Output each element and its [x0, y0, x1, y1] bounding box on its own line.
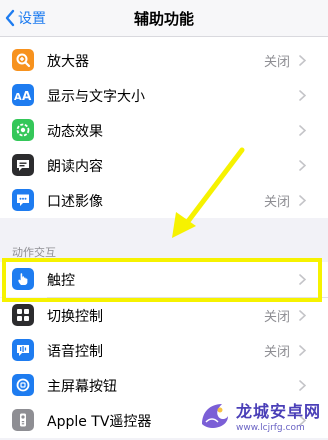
chevron-right-icon [299, 195, 306, 206]
chevron-right-icon [299, 415, 306, 426]
list-item-label: Apple TV遥控器 [47, 413, 152, 430]
svg-text:A: A [22, 89, 32, 102]
chevron-right-icon [299, 310, 306, 321]
section-header: 动作交互 [12, 246, 56, 259]
chevron-right-icon [299, 125, 306, 136]
list-item-label: 动态效果 [47, 123, 103, 140]
navigation-bar: 设置 辅助功能 [0, 0, 328, 37]
svg-text:A: A [14, 92, 22, 102]
list-item-label: 口述影像 [47, 193, 103, 210]
list-item-display-text-size[interactable]: AA 显示与文字大小 [0, 78, 328, 113]
magnifier-icon [12, 49, 34, 71]
list-item-value: 关闭 [263, 55, 290, 70]
chevron-right-icon [299, 160, 306, 171]
list-item-voice-control[interactable]: 语音控制 关闭 [0, 333, 328, 368]
list-item-label: 触控 [47, 272, 75, 289]
list-item-label: 切换控制 [47, 308, 103, 325]
audio-description-icon [12, 189, 34, 211]
list-item-magnifier[interactable]: 放大器 关闭 [0, 43, 328, 78]
list-item-apple-tv-remote[interactable]: Apple TV遥控器 [0, 403, 328, 438]
list-item-label: 显示与文字大小 [47, 88, 145, 105]
list-item-value: 关闭 [263, 195, 290, 210]
list-item-value: 关闭 [263, 345, 290, 360]
chevron-right-icon [299, 345, 306, 356]
list-item-label: 主屏幕按钮 [47, 378, 117, 395]
speech-icon [12, 154, 34, 176]
page-title: 辅助功能 [133, 9, 194, 28]
list-item-label: 朗读内容 [47, 158, 103, 175]
home-button-icon [12, 374, 34, 396]
switch-control-icon [12, 304, 34, 326]
chevron-right-icon [299, 55, 306, 66]
voice-control-icon [12, 339, 34, 361]
list-item-audio-descriptions[interactable]: 口述影像 关闭 [0, 183, 328, 218]
motion-icon [12, 119, 34, 141]
list-item-switch-control[interactable]: 切换控制 关闭 [0, 298, 328, 333]
touch-hand-icon [12, 268, 34, 290]
chevron-right-icon [299, 380, 306, 391]
list-item-spoken-content[interactable]: 朗读内容 [0, 148, 328, 183]
list-item-motion[interactable]: 动态效果 [0, 113, 328, 148]
list-item-value: 关闭 [263, 310, 290, 325]
chevron-right-icon [299, 90, 306, 101]
list-item-home-button[interactable]: 主屏幕按钮 [0, 368, 328, 403]
chevron-right-icon [299, 274, 306, 285]
list-item-label: 语音控制 [47, 343, 103, 360]
list-item-touch[interactable]: 触控 [0, 262, 328, 297]
tv-remote-icon [12, 409, 34, 431]
text-size-icon: AA [12, 84, 34, 106]
list-item-label: 放大器 [47, 53, 89, 70]
